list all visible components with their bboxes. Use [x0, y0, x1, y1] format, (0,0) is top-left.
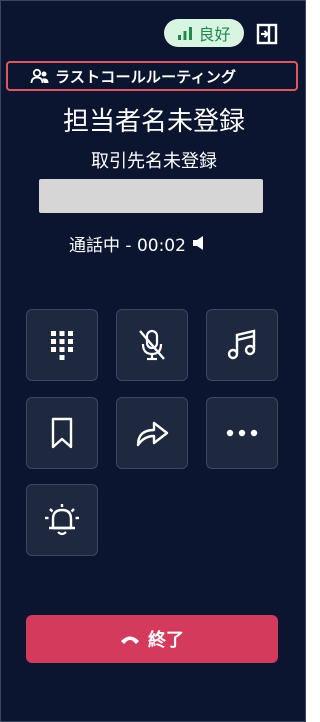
- call-panel: 良好 ラストコールルーティング 担当者名未登録 取引先名未登録 通話中 - 00…: [0, 0, 306, 722]
- routing-banner: ラストコールルーティング: [6, 61, 298, 91]
- forward-arrow-icon: [136, 421, 169, 447]
- users-icon: [30, 68, 49, 84]
- panel-exit-icon: [256, 23, 278, 45]
- transfer-button[interactable]: [116, 397, 188, 469]
- hold-music-button[interactable]: [206, 309, 278, 381]
- routing-label: ラストコールルーティング: [55, 67, 237, 86]
- speaker-icon[interactable]: [192, 235, 206, 251]
- call-status: 通話中 - 00:02: [69, 231, 206, 256]
- music-note-icon: [227, 329, 256, 360]
- alarm-bell-icon: [45, 504, 79, 536]
- caller-info-placeholder: [39, 179, 263, 213]
- call-quality-label: 良好: [198, 25, 231, 44]
- keypad-button[interactable]: [26, 309, 98, 381]
- company-name: 取引先名未登録: [91, 151, 217, 172]
- exit-panel-button[interactable]: [255, 22, 279, 46]
- signal-bars-icon: [178, 27, 193, 40]
- more-dots-icon: [226, 429, 258, 437]
- keypad-icon: [51, 331, 73, 360]
- more-button[interactable]: [206, 397, 278, 469]
- end-call-label: 終了: [148, 630, 184, 651]
- contact-name: 担当者名未登録: [62, 107, 245, 137]
- bookmark-icon: [51, 417, 73, 449]
- end-call-button[interactable]: 終了: [26, 615, 278, 663]
- bookmark-button[interactable]: [26, 397, 98, 469]
- mute-button[interactable]: [116, 309, 188, 381]
- alert-button[interactable]: [26, 484, 98, 556]
- mic-off-icon: [139, 329, 165, 361]
- hang-up-icon: [121, 636, 139, 644]
- call-quality-badge: 良好: [164, 19, 244, 47]
- call-status-text: 通話中 - 00:02: [69, 235, 186, 256]
